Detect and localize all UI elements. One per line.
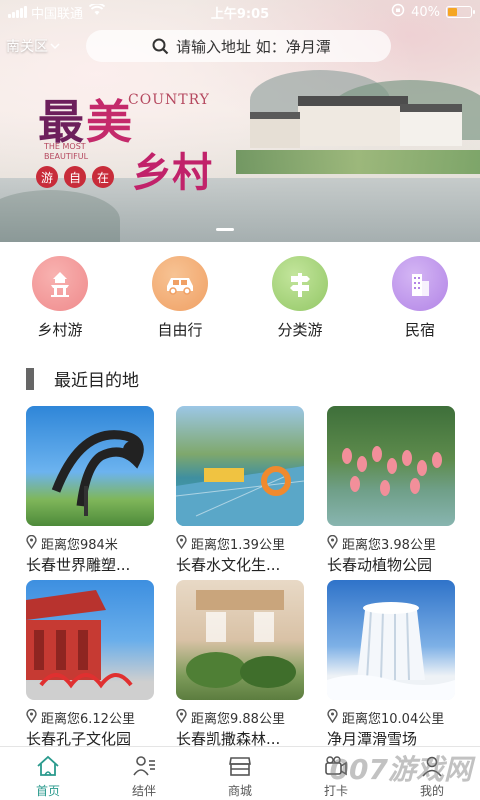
destination-name: 长春水文化生... (176, 556, 281, 574)
distance-row: 距离您1.39公里 (176, 534, 306, 553)
destination-photo (26, 580, 154, 700)
search-bar[interactable]: 请输入地址 如：净月潭 (86, 30, 391, 62)
banner-title-village: 乡村 (132, 149, 212, 196)
banner-house (250, 112, 300, 148)
distance-row: 距离您3.98公里 (327, 534, 457, 553)
battery-percent: 40% (411, 4, 440, 20)
nav-label: 商城 (227, 784, 252, 798)
nav-shop[interactable]: 商城 (192, 747, 288, 800)
category-homestay[interactable]: 民宿 (360, 256, 480, 340)
location-label: 南关区 (6, 39, 48, 55)
distance-text: 距离您984米 (41, 538, 118, 553)
home-icon (36, 755, 60, 780)
signpost-icon (272, 256, 328, 311)
distance-text: 距离您3.98公里 (342, 538, 436, 553)
destination-card[interactable]: 距离您984米 长春世界雕塑... (26, 406, 156, 575)
wifi-icon (88, 2, 106, 20)
destination-name: 长春动植物公园 (327, 556, 433, 574)
building-icon (392, 256, 448, 311)
distance-text: 距离您6.12公里 (41, 712, 135, 727)
banner-country-text: COUNTRY (128, 92, 210, 108)
category-free-travel[interactable]: 自由行 (120, 256, 240, 340)
banner-english-subtitle: THE MOST BEAUTIFUL (44, 142, 89, 161)
banner-seals: 游 自 在 (36, 166, 114, 188)
location-pin-icon (176, 534, 187, 553)
app-screen: 最美 COUNTRY 乡村 THE MOST BEAUTIFUL 游 自 在 中… (0, 0, 480, 800)
destination-card[interactable]: 距离您3.98公里 长春动植物公园 (327, 406, 457, 575)
search-input[interactable]: 请输入地址 如：净月潭 (176, 36, 331, 57)
category-label: 乡村游 (37, 321, 83, 339)
section-bar (26, 367, 34, 390)
seal-badge: 在 (92, 166, 114, 188)
distance-row: 距离您9.88公里 (176, 708, 306, 727)
distance-text: 距离您9.88公里 (191, 712, 285, 727)
location-pin-icon (327, 708, 338, 727)
location-selector[interactable]: 南关区 (6, 36, 60, 56)
rotation-lock-icon (391, 3, 405, 21)
temple-icon (32, 256, 88, 311)
location-pin-icon (26, 534, 37, 553)
banner-house (400, 104, 462, 146)
destination-photo (327, 406, 455, 526)
chevron-down-icon (50, 38, 60, 54)
distance-text: 距离您10.04公里 (342, 712, 445, 727)
destination-photo (176, 580, 304, 700)
distance-row: 距离您984米 (26, 534, 156, 553)
destination-name: 长春世界雕塑... (26, 556, 131, 574)
distance-row: 距离您10.04公里 (327, 708, 457, 727)
nav-label: 结伴 (131, 784, 156, 798)
banner-pagination-dot (216, 228, 234, 231)
nav-companion[interactable]: 结伴 (96, 747, 192, 800)
seal-badge: 自 (64, 166, 86, 188)
destination-photo (327, 580, 455, 700)
nav-home[interactable]: 首页 (0, 747, 96, 800)
search-icon (152, 38, 169, 59)
category-classified-tour[interactable]: 分类游 (240, 256, 360, 340)
watermark: 007游戏网 (329, 753, 472, 786)
status-bar: 中国联通 上午9:05 40% (0, 0, 480, 24)
destination-card[interactable]: 距离您6.12公里 长春孔子文化园 (26, 580, 156, 749)
nav-label: 首页 (35, 784, 60, 798)
section-title: 最近目的地 (54, 371, 139, 391)
destination-card[interactable]: 距离您9.88公里 长春凯撒森林... (176, 580, 306, 749)
location-pin-icon (26, 708, 37, 727)
signal-icon (8, 6, 27, 18)
carrier-name: 中国联通 (31, 6, 84, 22)
banner-house (298, 96, 408, 146)
destination-photo (26, 406, 154, 526)
destination-card[interactable]: 距离您1.39公里 长春水文化生... (176, 406, 306, 575)
battery-icon (446, 6, 475, 18)
category-label: 分类游 (277, 321, 323, 339)
banner-tree (236, 150, 480, 174)
shop-icon (228, 755, 252, 780)
category-label: 民宿 (404, 321, 435, 339)
distance-text: 距离您1.39公里 (191, 538, 285, 553)
car-icon (152, 256, 208, 311)
destination-card[interactable]: 距离您10.04公里 净月潭滑雪场 (327, 580, 457, 749)
category-label: 自由行 (157, 321, 203, 339)
location-pin-icon (176, 708, 187, 727)
distance-row: 距离您6.12公里 (26, 708, 156, 727)
category-row: 乡村游 自由行 分类游 民宿 (0, 256, 480, 340)
destination-photo (176, 406, 304, 526)
companion-icon (132, 755, 156, 780)
category-rural-tour[interactable]: 乡村游 (0, 256, 120, 340)
location-pin-icon (327, 534, 338, 553)
seal-badge: 游 (36, 166, 58, 188)
section-heading: 最近目的地 (26, 366, 139, 391)
